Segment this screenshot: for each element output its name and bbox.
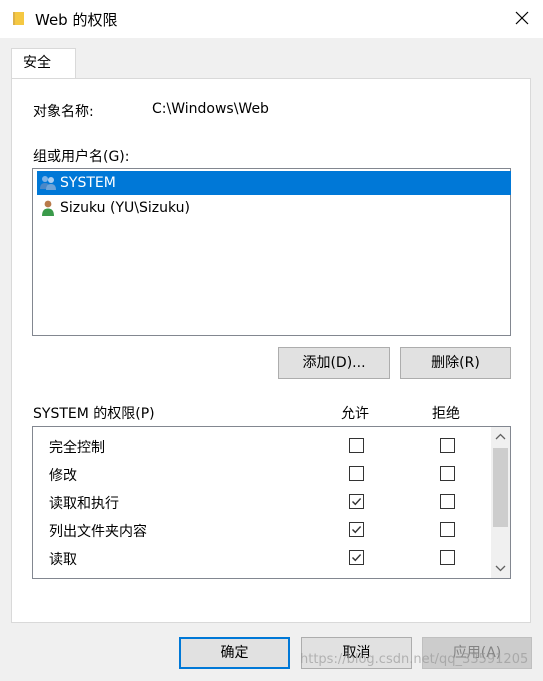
- allow-header: 允许: [341, 406, 369, 422]
- deny-header: 拒绝: [432, 406, 460, 422]
- user-group-icon: [39, 175, 57, 191]
- permission-row: 读取: [33, 544, 491, 572]
- permission-row: 完全控制: [33, 432, 491, 460]
- window-title: Web 的权限: [35, 11, 118, 29]
- allow-checkbox[interactable]: [349, 522, 364, 537]
- ok-button[interactable]: 确定: [179, 637, 290, 669]
- watermark: https://blog.csdn.net/qq_33591205: [300, 652, 529, 667]
- list-item-system[interactable]: SYSTEM: [37, 171, 511, 195]
- permission-name: 完全控制: [49, 440, 105, 456]
- close-button[interactable]: [504, 0, 540, 36]
- deny-checkbox[interactable]: [440, 522, 455, 537]
- permissions-label: SYSTEM 的权限(P): [33, 406, 155, 422]
- list-item-label: SYSTEM: [60, 175, 116, 191]
- object-name-value: C:\Windows\Web: [152, 101, 269, 117]
- deny-checkbox[interactable]: [440, 494, 455, 509]
- tab-security[interactable]: 安全: [11, 48, 76, 79]
- permission-row: 读取和执行: [33, 488, 491, 516]
- allow-checkbox[interactable]: [349, 550, 364, 565]
- users-list[interactable]: SYSTEM Sizuku (YU\Sizuku): [32, 168, 511, 336]
- permission-name: 读取和执行: [49, 496, 119, 512]
- allow-checkbox[interactable]: [349, 438, 364, 453]
- chevron-down-icon: [495, 565, 506, 572]
- deny-checkbox[interactable]: [440, 466, 455, 481]
- folder-icon: [12, 11, 26, 26]
- allow-checkbox[interactable]: [349, 494, 364, 509]
- permissions-list[interactable]: 完全控制 修改 读取和执行 列出文件夹内容 读取: [32, 426, 511, 579]
- scroll-up-button[interactable]: [491, 427, 510, 446]
- scroll-thumb[interactable]: [493, 448, 508, 527]
- deny-checkbox[interactable]: [440, 550, 455, 565]
- user-icon: [39, 200, 57, 216]
- list-item-sizuku[interactable]: Sizuku (YU\Sizuku): [37, 196, 511, 220]
- chevron-up-icon: [495, 433, 506, 440]
- scroll-down-button[interactable]: [491, 559, 510, 578]
- vertical-scrollbar[interactable]: [491, 427, 510, 578]
- permission-name: 修改: [49, 468, 77, 484]
- checkmark-icon: [352, 554, 362, 562]
- close-icon: [515, 11, 529, 25]
- permission-row: 列出文件夹内容: [33, 516, 491, 544]
- remove-button[interactable]: 删除(R): [400, 347, 511, 379]
- groups-label: 组或用户名(G):: [33, 149, 130, 165]
- add-button[interactable]: 添加(D)...: [278, 347, 390, 379]
- permission-row: 修改: [33, 460, 491, 488]
- allow-checkbox[interactable]: [349, 466, 364, 481]
- permission-name: 列出文件夹内容: [49, 524, 147, 540]
- title-bar: Web 的权限: [0, 0, 543, 38]
- checkmark-icon: [352, 526, 362, 534]
- permission-row-partial: [33, 572, 491, 579]
- checkmark-icon: [352, 498, 362, 506]
- list-item-label: Sizuku (YU\Sizuku): [60, 200, 190, 216]
- allow-checkbox[interactable]: [349, 578, 364, 579]
- deny-checkbox[interactable]: [440, 438, 455, 453]
- deny-checkbox[interactable]: [440, 578, 455, 579]
- permission-name: 读取: [49, 552, 77, 568]
- object-name-label: 对象名称:: [33, 104, 94, 120]
